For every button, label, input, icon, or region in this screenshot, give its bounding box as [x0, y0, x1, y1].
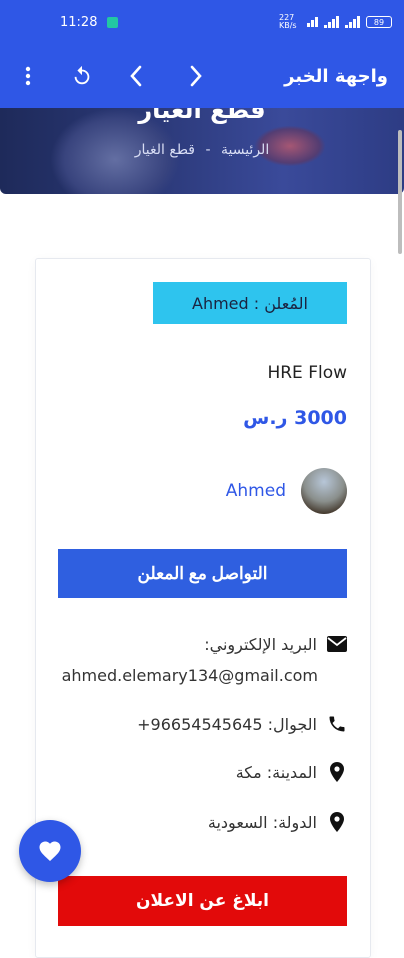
wifi-icon — [307, 17, 318, 27]
status-indicators: 227 KB/s 89 — [279, 14, 392, 30]
battery-icon: 89 — [366, 16, 392, 28]
avatar[interactable] — [301, 468, 347, 514]
email-label: البريد الإلكتروني: — [204, 634, 317, 654]
app-title: واجهة الخبر — [284, 65, 388, 87]
contact-advertiser-button[interactable]: التواصل مع المعلن — [58, 549, 347, 598]
hero-title: قطع الغيار — [138, 108, 266, 124]
location-pin-icon — [327, 762, 347, 782]
network-speed: 227 KB/s — [279, 13, 297, 30]
signal-icon — [324, 16, 339, 28]
country-row: الدولة: السعودية — [208, 812, 347, 832]
phone-value[interactable]: الجوال: 96654545645+ — [137, 715, 317, 734]
advertiser-badge: المُعلن : Ahmed — [153, 282, 347, 324]
city-value: المدينة: مكة — [235, 762, 317, 782]
more-vert-icon[interactable] — [6, 54, 50, 98]
refresh-icon[interactable] — [60, 54, 104, 98]
heart-icon — [39, 841, 61, 861]
location-pin-icon-2 — [327, 812, 347, 832]
email-value[interactable]: ahmed.elemary134@gmail.com — [62, 666, 318, 685]
product-name: HRE Flow — [267, 363, 347, 383]
report-listing-button[interactable]: ابلاغ عن الاعلان — [58, 876, 347, 926]
chevron-left-icon[interactable] — [114, 54, 158, 98]
country-value: الدولة: السعودية — [207, 812, 317, 832]
mail-icon — [327, 634, 347, 654]
battery-level: 89 — [373, 17, 385, 27]
price: 3000 ر.س — [243, 407, 347, 429]
app-bar: واجهة الخبر — [0, 44, 404, 108]
email-row: البريد الإلكتروني: — [204, 634, 347, 654]
notification-icon — [107, 16, 119, 28]
scrollbar[interactable] — [398, 130, 402, 254]
hero-banner: قطع الغيار الرئيسية - قطع الغيار — [0, 108, 404, 194]
favorite-button[interactable] — [19, 820, 81, 882]
city-row: المدينة: مكة — [236, 762, 347, 782]
status-bar: 11:28 227 KB/s 89 — [0, 0, 404, 44]
breadcrumb-current: قطع الغيار — [134, 142, 196, 158]
status-time: 11:28 — [60, 14, 98, 30]
phone-icon — [327, 714, 347, 734]
signal-icon-2 — [345, 16, 360, 28]
breadcrumb: الرئيسية - قطع الغيار — [0, 142, 404, 158]
breadcrumb-home[interactable]: الرئيسية — [221, 142, 269, 158]
breadcrumb-separator: - — [205, 142, 211, 158]
seller-name[interactable]: Ahmed — [226, 481, 286, 501]
chevron-right-icon[interactable] — [174, 54, 218, 98]
phone-row: الجوال: 96654545645+ — [137, 714, 347, 734]
